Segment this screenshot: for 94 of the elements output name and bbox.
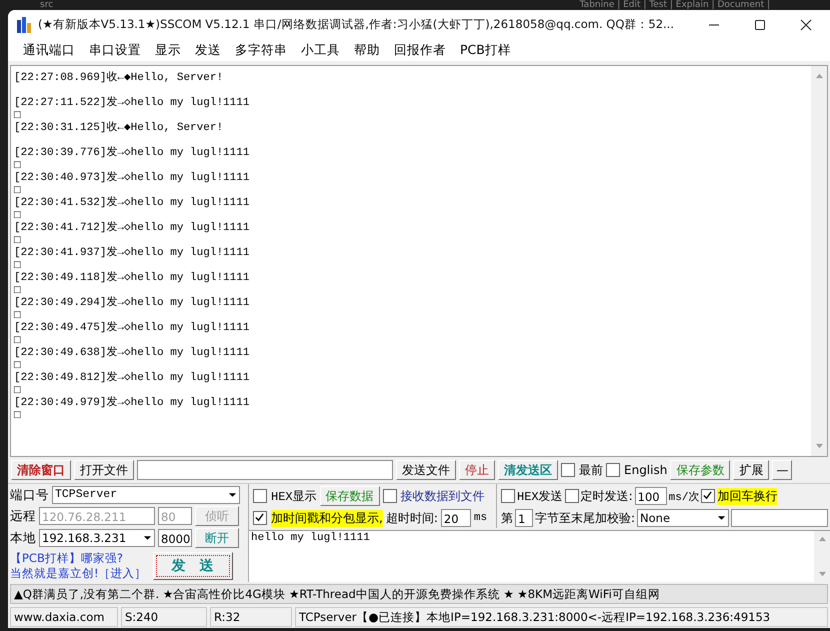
checkbox-label: HEX显示 [271,488,317,505]
checkbox[interactable] [253,511,267,526]
disconnect-button[interactable]: 断开 [195,528,239,548]
menu-item[interactable]: 小工具 [294,42,347,59]
menu-item[interactable]: 串口设置 [82,42,148,59]
menu-item[interactable]: 帮助 [347,42,387,59]
open-file-button[interactable]: 打开文件 [74,460,134,480]
log-line-end: □ [14,410,21,422]
dropdown-arrow-icon[interactable] [143,535,152,542]
log-line-end: □ [14,234,21,247]
field-label: 字节至末尾加校验: [535,510,636,527]
menu-item[interactable]: 发送 [188,42,228,59]
checkbox[interactable] [606,463,620,478]
field-label: 超时时间: [386,510,438,527]
log-line: [22:30:49.979]发→◇hello my lugl!1111 [14,397,250,410]
close-icon[interactable] [800,18,812,31]
ad-link[interactable]: 【PCB打样】哪家强? [10,551,147,566]
stop-button[interactable]: 停止 [459,460,495,480]
log-line: [22:30:49.294]发→◇hello my lugl!1111 [14,297,250,310]
log-line-end: □ [14,284,21,297]
log-line: [22:30:49.812]发→◇hello my lugl!1111 [14,372,250,385]
field-label: 第 [501,510,513,527]
log-line: [22:30:49.638]发→◇hello my lugl!1111 [14,347,250,360]
checkbox-label: English [624,463,668,478]
extra-field[interactable] [731,509,828,528]
checkbox-label: 接收数据到文件 [400,488,485,505]
save-params-button[interactable]: 保存参数 [670,460,730,480]
send-button[interactable]: 发 送 [152,552,233,580]
checkbox-label: HEX发送 [517,488,563,505]
log-line: [22:30:40.973]发→◇hello my lugl!1111 [14,172,250,185]
checksum-dropdown[interactable]: None [637,509,730,528]
window-title: (★有新版本V5.13.1★)SSCOM V5.12.1 串口/网络数据调试器,作者:习小猛(大虾丁丁),2618058@qq.com. QQ群：52... [38,17,675,32]
file-path-field[interactable] [137,460,393,480]
checkbox[interactable] [561,463,575,478]
status-connection: TCPserver【●已连接】本地IP=192.168.3.231:8000<-远程IP=192.168.3.236:49153 [295,607,828,628]
menu-item[interactable]: PCB打样 [453,42,518,59]
log-line: [22:30:49.475]发→◇hello my lugl!1111 [14,322,250,335]
log-line-end: □ [14,334,21,347]
log-line: [22:30:41.712]发→◇hello my lugl!1111 [14,222,250,235]
clear-window-button[interactable]: 清除窗口 [11,460,71,480]
checkbox[interactable] [564,489,579,504]
checkbox[interactable] [701,489,716,504]
clear-send-button[interactable]: 清发送区 [498,460,558,480]
field-label: 本地 [10,530,36,547]
save-data-button[interactable]: 保存数据 [320,486,380,506]
log-line: [22:27:08.969]收←◆Hello, Server! [14,72,224,85]
unit-label: ms/次 [668,490,700,504]
log-line: [22:30:41.532]发→◇hello my lugl!1111 [14,197,250,210]
timeout-field[interactable]: 20 [440,509,471,528]
local-ip-dropdown[interactable]: 192.168.3.231 [39,529,155,548]
field-label: 远程 [10,508,36,525]
byte-index-field[interactable]: 1 [515,509,533,528]
local-port-field[interactable]: 8000 [158,529,192,548]
menu-item[interactable]: 显示 [148,42,188,59]
status-received-count: R:32 [210,607,292,628]
interval-field[interactable]: 100 [634,487,667,506]
unit-label: ms [474,512,488,524]
log-line: [22:30:49.118]发→◇hello my lugl!1111 [14,272,250,285]
dropdown-arrow-icon[interactable] [228,492,237,498]
checkbox[interactable] [501,489,515,504]
app-logo-icon [16,16,32,34]
log-line-end: □ [14,360,21,372]
log-line-end: □ [14,310,21,322]
checkbox-label: 定时发送: [580,488,633,505]
checkbox[interactable] [382,489,397,504]
folder-label: src [40,0,54,10]
log-line: [22:30:41.937]发→◇hello my lugl!1111 [14,247,250,260]
checkbox-label: 最前 [579,462,603,479]
collapse-button[interactable]: — [772,460,792,480]
checkbox-label: 加时间戳和分包显示, [271,510,383,527]
log-line-end: □ [14,160,21,172]
menu-item[interactable]: 多字符串 [228,42,294,59]
codelens-text: Tabnine | Edit | Test | Explain | Document | [580,0,770,10]
port-dropdown[interactable]: TCPServer [52,486,240,504]
log-line: [22:30:31.125]收←◆Hello, Server! [14,122,224,135]
log-line: [22:27:11.522]发→◇hello my lugl!1111 [14,97,250,110]
field-label: 端口号 [10,486,49,504]
menu-item[interactable]: 回报作者 [387,42,453,59]
dropdown-arrow-icon[interactable] [717,515,726,522]
expand-button[interactable]: 扩展 [733,460,770,480]
checkbox[interactable] [253,489,267,504]
log-line-end: □ [14,260,21,272]
log-line-end: □ [14,184,21,197]
send-file-button[interactable]: 发送文件 [396,460,456,480]
log-line-end: □ [14,110,21,122]
log-line: [22:30:39.776]发→◇hello my lugl!1111 [14,147,250,160]
log-line-end: □ [14,384,21,397]
status-website: www.daxia.com [10,607,118,628]
status-sent-count: S:240 [121,607,207,628]
news-ticker: ▲Q群满员了,没有第二个群. ★合宙高性价比4G模块 ★RT-Thread中国人的开源免费操作系统 ★ ★8KM远距离WiFi可自组网 [10,584,828,604]
log-line-end: □ [14,210,21,222]
ad-link[interactable]: 当然就是嘉立创!［进入］ [10,566,147,582]
menu-item[interactable]: 通讯端口 [16,42,82,59]
maximize-icon[interactable] [754,18,766,31]
